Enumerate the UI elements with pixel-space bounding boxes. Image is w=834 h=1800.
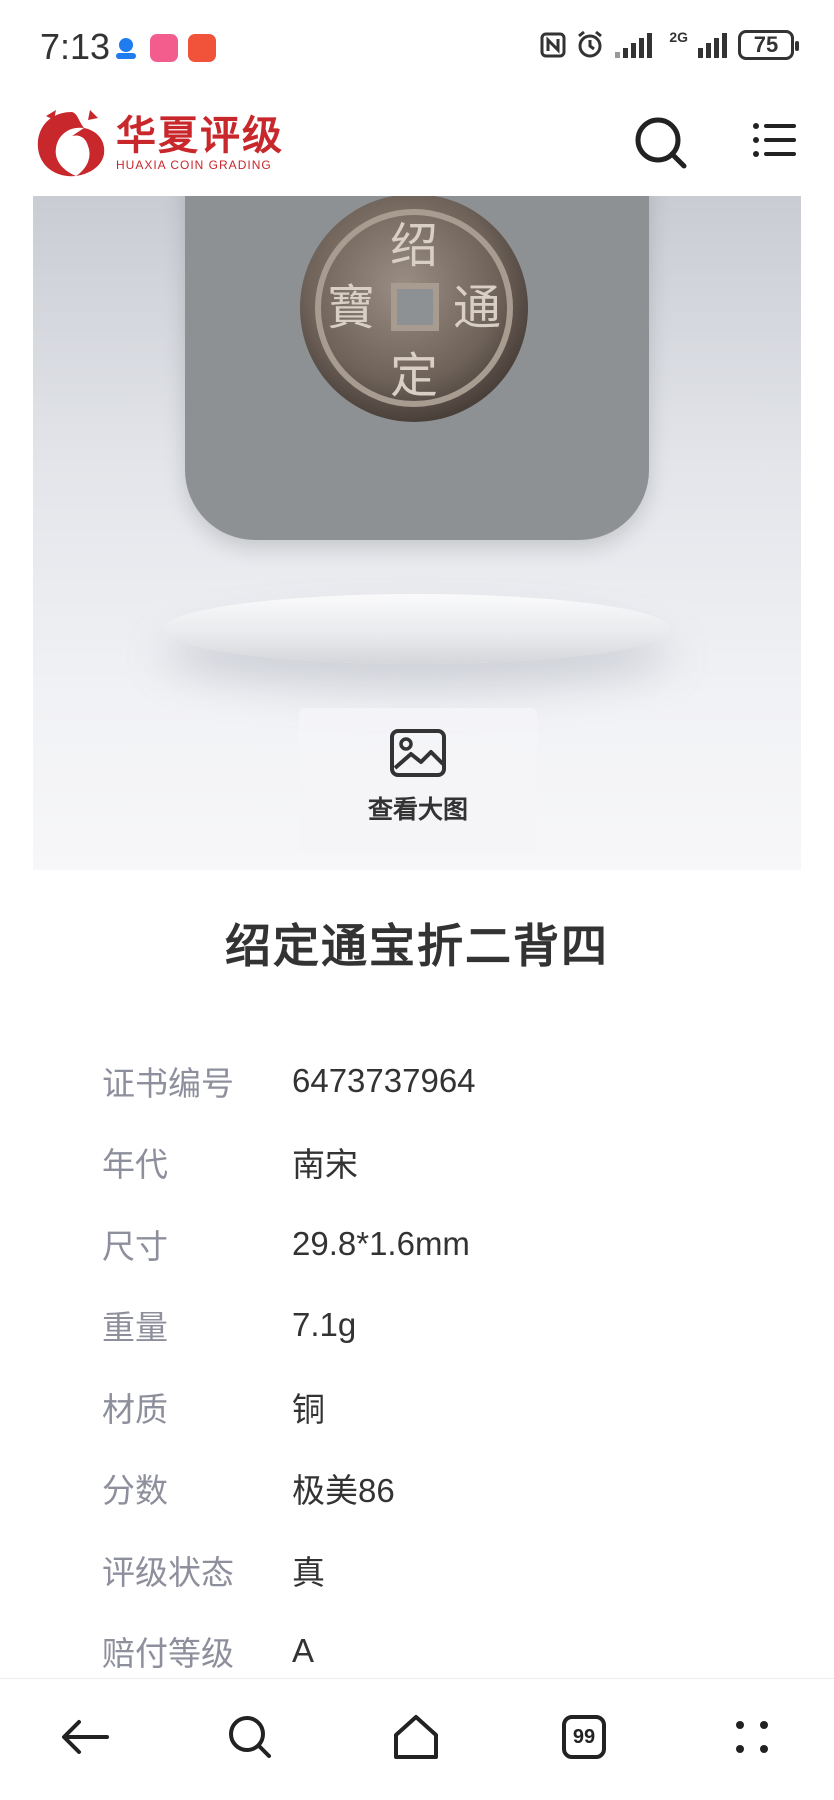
detail-value: 铜 — [292, 1390, 325, 1428]
nfc-icon — [540, 32, 566, 58]
signal-icon — [615, 33, 653, 58]
detail-value: 真 — [292, 1553, 325, 1591]
display-pedestal — [163, 594, 671, 664]
logo-english-name: HUAXIA COIN GRADING — [116, 158, 272, 172]
status-indicators: 2G 75 — [539, 29, 799, 60]
detail-label: 评级状态 — [102, 1553, 234, 1591]
site-header: 华夏评级 HUAXIA COIN GRADING — [0, 96, 834, 196]
battery-icon: 75 — [738, 30, 799, 60]
coin-char-left: 寶 — [327, 280, 375, 336]
detail-label: 重量 — [102, 1309, 168, 1347]
logo[interactable]: 华夏评级 HUAXIA COIN GRADING — [32, 106, 284, 180]
detail-row-grading-status: 评级状态 真 — [102, 1529, 782, 1611]
coin-char-top: 绍 — [390, 218, 438, 274]
dangdang-icon — [188, 34, 216, 62]
view-large-image-button[interactable]: 查看大图 — [299, 708, 537, 854]
more-menu-button[interactable] — [722, 1707, 782, 1767]
detail-label: 尺寸 — [102, 1227, 168, 1265]
detail-row-certificate-number: 证书编号 6473737964 — [102, 1040, 782, 1122]
coin-char-right: 通 — [453, 280, 501, 336]
coin-title: 绍定通宝折二背四 — [225, 920, 609, 972]
view-large-image-label: 查看大图 — [367, 796, 468, 824]
search-icon — [229, 1716, 271, 1758]
detail-label: 分数 — [102, 1472, 168, 1510]
detail-value: 29.8*1.6mm — [292, 1224, 470, 1262]
app-notification-icon — [112, 34, 140, 62]
home-icon — [394, 1715, 438, 1759]
back-button[interactable] — [54, 1707, 114, 1767]
status-time: 7:13 — [40, 26, 111, 67]
back-arrow-icon — [62, 1720, 109, 1754]
status-bar: 7:13 2G 75 — [0, 0, 834, 96]
search-icon — [635, 117, 687, 169]
search-button[interactable] — [632, 114, 690, 172]
coin-char-bottom: 定 — [390, 348, 438, 404]
bilibili-icon — [150, 34, 178, 62]
detail-value: 极美86 — [292, 1472, 395, 1510]
detail-row-material: 材质 铜 — [102, 1366, 782, 1448]
home-button[interactable] — [386, 1707, 446, 1767]
detail-label: 材质 — [102, 1390, 168, 1428]
detail-value: A — [292, 1632, 315, 1670]
menu-button[interactable] — [752, 120, 798, 162]
detail-label: 赔付等级 — [102, 1635, 234, 1673]
coin-image: 绍 通 定 寶 — [300, 196, 528, 422]
detail-row-size: 尺寸 29.8*1.6mm — [102, 1203, 782, 1285]
detail-row-score: 分数 极美86 — [102, 1448, 782, 1530]
tabs-button[interactable]: 99 — [554, 1707, 614, 1767]
detail-value: 南宋 — [292, 1146, 358, 1184]
logo-chinese-name: 华夏评级 — [116, 114, 284, 158]
browser-bottom-nav: 99 — [0, 1678, 834, 1800]
detail-label: 年代 — [102, 1146, 168, 1184]
alarm-icon — [578, 30, 603, 58]
signal-2-icon — [698, 33, 727, 58]
image-icon — [390, 729, 446, 777]
coin-image-display: 绍 通 定 寶 查看大图 — [33, 196, 801, 870]
more-dots-icon — [736, 1721, 768, 1753]
detail-label: 证书编号 — [102, 1064, 234, 1102]
detail-value: 6473737964 — [292, 1061, 476, 1099]
search-nav-button[interactable] — [220, 1707, 280, 1767]
logo-text: 华夏评级 HUAXIA COIN GRADING — [116, 114, 284, 172]
detail-row-era: 年代 南宋 — [102, 1122, 782, 1204]
menu-icon — [753, 123, 796, 157]
network-label: 2G — [669, 29, 688, 45]
dragon-logo-icon — [37, 110, 105, 177]
detail-value: 7.1g — [292, 1306, 357, 1344]
certificate-details: 证书编号 6473737964 年代 南宋 尺寸 29.8*1.6mm 重量 7… — [102, 1040, 782, 1692]
tabs-count-icon: 99 — [562, 1715, 606, 1759]
detail-row-weight: 重量 7.1g — [102, 1285, 782, 1367]
